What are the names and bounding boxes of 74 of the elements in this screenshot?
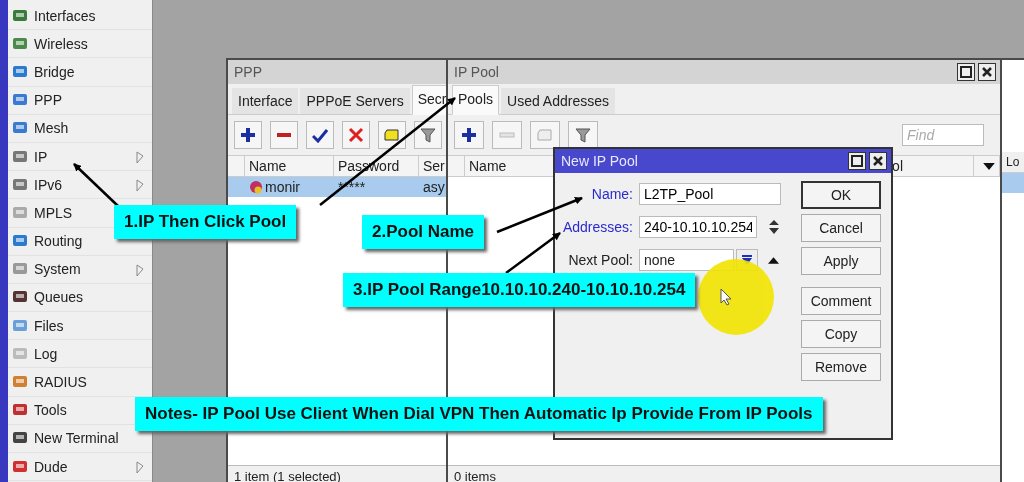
dialog-button[interactable]: Cancel bbox=[801, 214, 881, 242]
filter-button[interactable] bbox=[568, 121, 598, 149]
cursor-icon bbox=[720, 288, 732, 306]
annotation-tooltip: Notes- IP Pool Use Client When Dial VPN Then Automatic Ip Provide From IP Pools bbox=[135, 397, 823, 431]
menu-item[interactable]: Wireless bbox=[11, 30, 111, 58]
filter-icon bbox=[575, 127, 591, 143]
tab[interactable]: Pools bbox=[452, 85, 500, 115]
menu-item[interactable]: Routing bbox=[11, 227, 111, 255]
tab[interactable]: Secr bbox=[411, 85, 448, 115]
annotation-tooltip: 1.IP Then Click Pool bbox=[114, 205, 297, 239]
maximize-icon bbox=[851, 155, 863, 167]
table-cell-text: asy bbox=[421, 179, 446, 195]
menu-item[interactable]: PPP bbox=[11, 86, 111, 114]
maximize-icon bbox=[960, 66, 972, 78]
field-label: Addresses: bbox=[561, 219, 633, 235]
menu-item[interactable]: IPv6 bbox=[11, 171, 111, 199]
close-button[interactable] bbox=[869, 152, 887, 170]
note-icon bbox=[537, 127, 553, 143]
expand-collapse-icon[interactable] bbox=[769, 220, 779, 234]
add-button[interactable] bbox=[234, 121, 262, 149]
search-field[interactable]: Find bbox=[902, 124, 984, 146]
cross-icon bbox=[348, 127, 364, 143]
close-icon bbox=[872, 155, 884, 167]
window-title: PPP bbox=[234, 64, 262, 80]
annotation-tooltip: 3.IP Pool Range10.10.10.240-10.10.10.254 bbox=[343, 273, 696, 307]
menu-item[interactable]: New Terminal bbox=[11, 424, 119, 452]
dialog-button[interactable]: OK bbox=[801, 181, 881, 209]
column-header[interactable]: Name bbox=[245, 156, 334, 176]
dialog-button[interactable]: Remove bbox=[801, 353, 881, 381]
menu-item[interactable]: Queues bbox=[11, 283, 111, 312]
user-icon bbox=[249, 180, 263, 194]
dialog-button[interactable]: Copy bbox=[801, 320, 881, 348]
plus-icon bbox=[461, 127, 477, 143]
status-text: 0 items bbox=[454, 468, 496, 482]
arrow bbox=[73, 163, 119, 207]
field-label: Next Pool: bbox=[567, 252, 633, 268]
annotation-tooltip: 2.Pool Name bbox=[362, 215, 485, 249]
next-pool-select[interactable]: none bbox=[639, 249, 734, 271]
menu-item[interactable]: RADIUS bbox=[11, 368, 111, 396]
note-icon bbox=[384, 127, 400, 143]
filter-icon bbox=[420, 127, 436, 143]
menu-item[interactable]: Tools bbox=[11, 396, 111, 424]
field-label: Name: bbox=[590, 186, 633, 202]
window-title: IP Pool bbox=[454, 64, 499, 80]
filter-button[interactable] bbox=[414, 121, 442, 149]
menu-item[interactable]: System bbox=[11, 255, 111, 283]
close-icon bbox=[981, 66, 993, 78]
collapse-icon[interactable] bbox=[768, 256, 779, 264]
menu-item[interactable]: IP bbox=[11, 142, 111, 171]
column-header[interactable]: ol bbox=[892, 158, 903, 174]
table-cell: monir bbox=[265, 179, 300, 195]
remove-button[interactable] bbox=[270, 121, 298, 149]
menu-item[interactable]: MPLS bbox=[11, 199, 111, 227]
dialog-button[interactable]: Apply bbox=[801, 247, 881, 275]
menu-item[interactable]: Bridge bbox=[11, 58, 111, 86]
tab[interactable]: Used Addresses bbox=[501, 88, 615, 114]
menu-item[interactable]: Files bbox=[11, 312, 111, 340]
maximize-button[interactable] bbox=[848, 152, 866, 170]
tab[interactable]: PPPoE Servers bbox=[300, 88, 410, 114]
comment-button[interactable] bbox=[378, 121, 406, 149]
check-icon bbox=[312, 127, 328, 143]
dialog-button[interactable]: Comment bbox=[801, 287, 881, 315]
menu-item[interactable]: Dude bbox=[11, 453, 111, 481]
menu-item[interactable]: Mesh bbox=[11, 114, 111, 142]
menu-item[interactable]: Log bbox=[11, 340, 111, 368]
enable-button[interactable] bbox=[306, 121, 334, 149]
column-header[interactable]: Lo bbox=[1002, 152, 1024, 173]
add-button[interactable] bbox=[454, 121, 484, 149]
plus-icon bbox=[240, 127, 256, 143]
dropdown-icon[interactable] bbox=[982, 162, 995, 170]
tab[interactable]: Interface bbox=[232, 88, 299, 114]
menu-item[interactable]: Interfaces bbox=[11, 2, 111, 30]
name-field[interactable]: L2TP_Pool bbox=[639, 183, 781, 205]
disable-button[interactable] bbox=[342, 121, 370, 149]
